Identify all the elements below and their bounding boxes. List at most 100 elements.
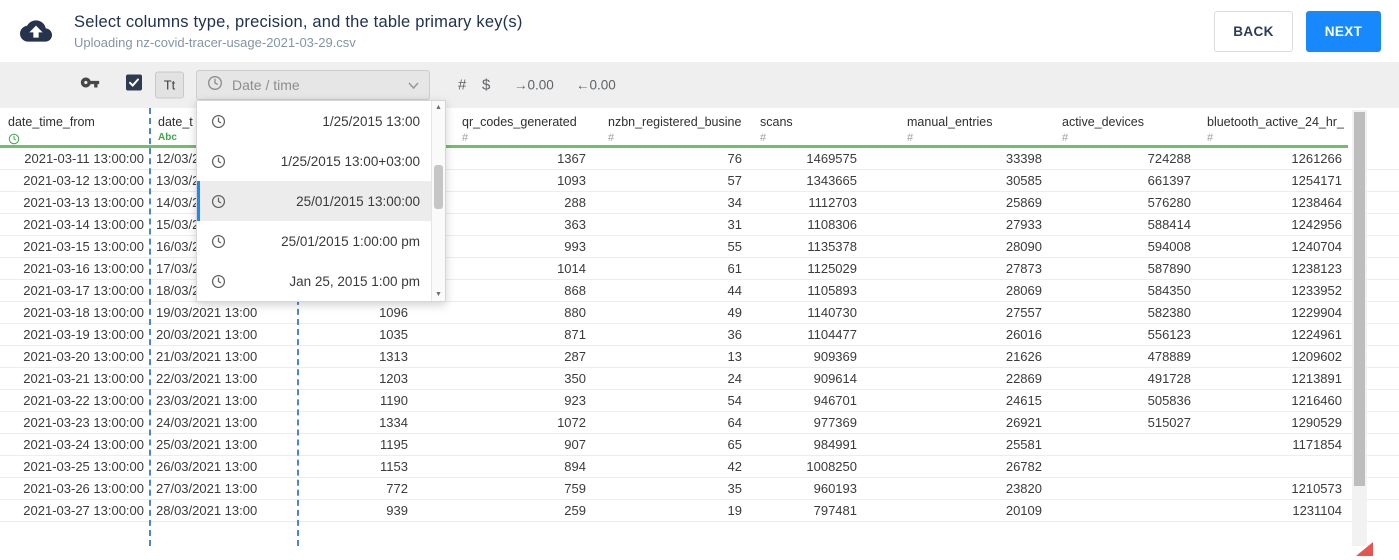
table-cell: 880 [564,305,586,320]
clock-icon [211,274,226,289]
decrease-precision-button[interactable]: ←0.00 [576,78,616,93]
table-row: 2021-03-19 13:00:00 20/03/2021 13:00 1035 8… [0,324,1399,346]
increase-precision-button[interactable]: →0.00 [514,78,554,93]
column-name: bluetooth_active_24_hr_ [1207,115,1344,129]
table-cell: 759 [564,481,586,496]
table-cell: 2021-03-16 13:00:00 [23,261,144,276]
table-cell: 797481 [813,503,857,518]
dropdown-option[interactable]: 25/01/2015 1:00:00 pm [197,221,431,261]
vertical-scrollbar[interactable] [1352,110,1367,546]
table-cell: 2021-03-22 13:00:00 [23,393,144,408]
scroll-down-icon[interactable]: ▼ [432,288,445,301]
column-header-qr_codes_generated[interactable]: qr_codes_generated # [454,108,600,148]
table-row: 2021-03-18 13:00:00 19/03/2021 13:00 1096 8… [0,302,1399,324]
table-cell: 2021-03-21 13:00:00 [23,371,144,386]
column-header-nzbn_registered_busine[interactable]: nzbn_registered_busine # [600,108,752,148]
table-cell: 588414 [1147,217,1191,232]
table-row: 2021-03-26 13:00:00 27/03/2021 13:00 772 75… [0,478,1399,500]
table-cell: 772 [386,481,408,496]
table-cell: 894 [564,459,586,474]
text-type-button[interactable]: Tt [155,71,184,99]
datetime-format-select[interactable]: Date / time [196,70,430,100]
column-header-manual_entries[interactable]: manual_entries # [899,108,1054,148]
dropdown-option[interactable]: 1/25/2015 13:00+03:00 [197,141,431,181]
table-cell: 1216460 [1291,393,1342,408]
number-type-label: # [1062,132,1069,144]
dropdown-scrollbar[interactable]: ▲ ▼ [431,101,445,301]
table-row: 2021-03-21 13:00:00 22/03/2021 13:00 1203 3… [0,368,1399,390]
dropdown-option-label: 25/01/2015 1:00:00 pm [281,233,420,249]
table-cell: 28/03/2021 13:00 [156,503,258,518]
table-cell: 26921 [1005,415,1042,430]
vertical-scrollbar-thumb[interactable] [1354,112,1365,486]
table-cell: 13 [727,349,742,364]
table-cell: 288 [564,195,586,210]
table-cell: 35 [727,481,742,496]
table-cell: 22/03/2021 13:00 [156,371,258,386]
table-cell: 2021-03-12 13:00:00 [23,173,144,188]
table-cell: 1195 [380,437,408,452]
column-name: manual_entries [907,115,993,129]
table-cell: 1112703 [808,195,857,210]
number-type-label: # [907,132,914,144]
table-cell: 515027 [1147,415,1191,430]
table-cell: 1290529 [1291,415,1342,430]
table-cell: 33398 [1005,151,1042,166]
table-cell: 57 [727,173,742,188]
dropdown-option[interactable]: 1/25/2015 13:00 [197,101,431,141]
table-cell: 55 [727,239,742,254]
primary-key-icon[interactable] [80,73,100,98]
table-cell: 1313 [379,349,408,364]
table-cell: 2021-03-23 13:00:00 [23,415,144,430]
table-cell: 1140730 [807,305,857,320]
currency-type-button[interactable]: $ [482,77,490,94]
column-header-scans[interactable]: scans # [752,108,899,148]
dropdown-scrollbar-thumb[interactable] [434,165,443,209]
table-cell: 2021-03-14 13:00:00 [23,217,144,232]
table-cell: 54 [727,393,742,408]
table-cell: 23/03/2021 13:00 [156,393,258,408]
header-titles: Select columns type, precision, and the … [74,13,523,50]
number-type-label: # [462,132,469,144]
table-cell: 1190 [380,393,408,408]
chevron-down-icon [408,81,419,89]
table-cell: 1210573 [1291,481,1342,496]
dropdown-option[interactable]: 25/01/2015 13:00:00 [197,181,431,221]
table-cell: 1171854 [1292,437,1342,452]
column-header-active_devices[interactable]: active_devices # [1054,108,1199,148]
table-cell: 22869 [1005,371,1042,386]
table-cell: 20/03/2021 13:00 [156,327,258,342]
include-column-checkbox[interactable] [126,74,142,96]
column-header-bluetooth_active_24_hr_[interactable]: bluetooth_active_24_hr_ # [1199,108,1348,148]
table-cell: 1334 [379,415,408,430]
table-row: 2021-03-23 13:00:00 24/03/2021 13:00 1334 1… [0,412,1399,434]
back-button[interactable]: BACK [1214,10,1293,52]
next-button[interactable]: NEXT [1306,10,1381,52]
dropdown-option-label: Jan 25, 2015 1:00 pm [289,273,420,289]
page-title: Select columns type, precision, and the … [74,12,523,31]
table-cell: 2021-03-20 13:00:00 [23,349,144,364]
table-cell: 1105893 [807,283,857,298]
number-type-button[interactable]: # [458,77,466,94]
table-cell: 1014 [557,261,586,276]
table-cell: 478889 [1147,349,1191,364]
table-cell: 1072 [557,415,586,430]
dropdown-option[interactable]: Jan 25, 2015 1:00 pm [197,261,431,301]
table-cell: 2021-03-13 13:00:00 [23,195,144,210]
column-name: active_devices [1062,115,1144,129]
table-cell: 2021-03-26 13:00:00 [23,481,144,496]
table-cell: 23820 [1005,481,1042,496]
table-cell: 909369 [813,349,857,364]
scroll-up-icon[interactable]: ▲ [432,101,445,114]
table-cell: 20109 [1005,503,1042,518]
table-cell: 724288 [1147,151,1191,166]
table-cell: 42 [727,459,742,474]
table-cell: 1242956 [1291,217,1342,232]
table-cell: 2021-03-18 13:00:00 [23,305,144,320]
table-cell: 21626 [1005,349,1042,364]
cloud-upload-icon [20,15,52,52]
number-type-label: # [1207,132,1214,144]
top-bar: Select columns type, precision, and the … [0,0,1399,62]
selected-column-guide-left [149,108,151,546]
column-header-date_time_from[interactable]: date_time_from [0,108,150,148]
